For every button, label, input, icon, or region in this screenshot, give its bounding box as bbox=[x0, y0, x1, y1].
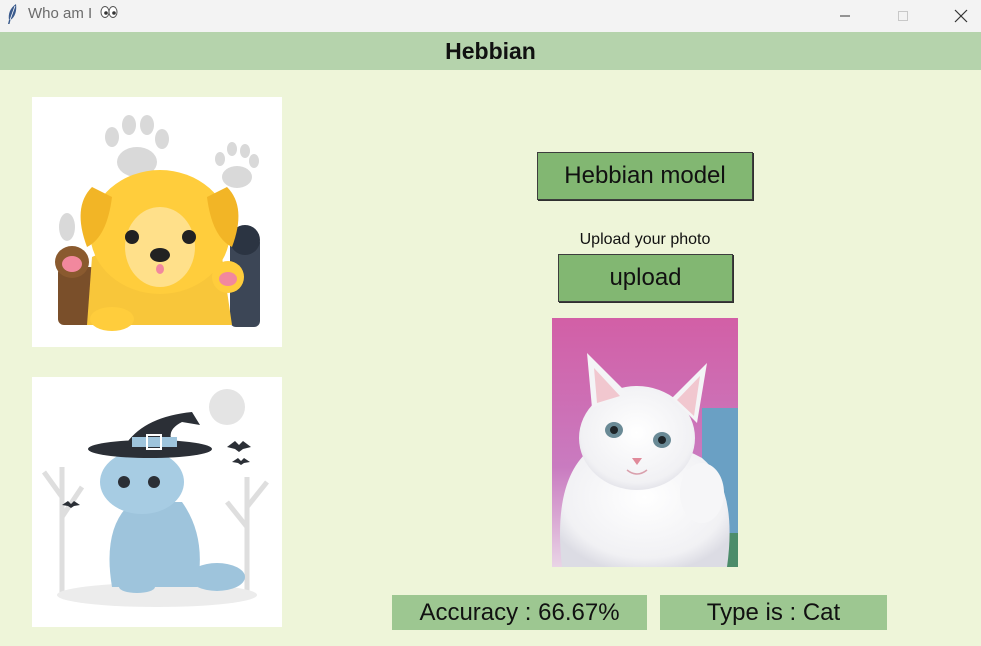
window-title-text: Who am I bbox=[28, 5, 93, 22]
uploaded-photo bbox=[552, 318, 738, 567]
minimize-button[interactable] bbox=[822, 0, 868, 32]
dog-illustration bbox=[32, 97, 282, 347]
hebbian-model-button-label: Hebbian model bbox=[564, 162, 726, 189]
maximize-icon bbox=[898, 11, 908, 21]
eyes-icon bbox=[100, 5, 118, 23]
maximize-button[interactable] bbox=[880, 0, 926, 32]
close-icon bbox=[954, 9, 968, 23]
window-titlebar: Who am I bbox=[0, 0, 981, 32]
upload-prompt: Upload your photo bbox=[579, 231, 711, 248]
upload-button[interactable]: upload bbox=[558, 254, 733, 302]
minimize-icon bbox=[840, 15, 850, 17]
feather-icon bbox=[5, 3, 19, 25]
accuracy-result: Accuracy : 66.67% bbox=[392, 595, 647, 630]
page-title: Hebbian bbox=[445, 37, 536, 64]
upload-button-label: upload bbox=[609, 264, 682, 291]
close-button[interactable] bbox=[938, 0, 981, 32]
hebbian-model-button[interactable]: Hebbian model bbox=[537, 152, 753, 200]
type-text: Type is : Cat bbox=[706, 598, 841, 626]
cat-witch-illustration bbox=[32, 377, 282, 627]
accuracy-text: Accuracy : 66.67% bbox=[419, 598, 620, 626]
window-title: Who am I bbox=[28, 5, 118, 23]
type-result: Type is : Cat bbox=[660, 595, 887, 630]
app-header: Hebbian bbox=[0, 32, 981, 70]
